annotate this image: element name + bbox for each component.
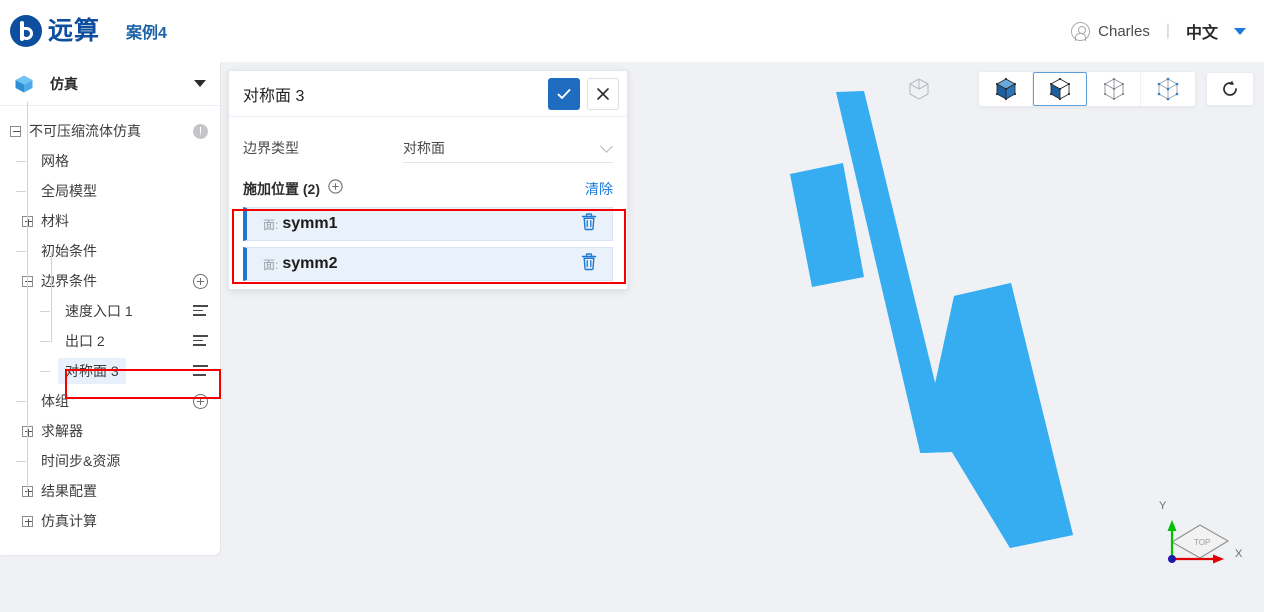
app-root: 远算 案例4 Charles | 中文 仿真 不可压缩流体仿真网格全局模型材料初… — [0, 0, 1264, 612]
tree-item[interactable]: 边界条件 — [0, 266, 220, 296]
locations-list: 面: symm1 面: symm2 — [243, 207, 613, 281]
tree-item-label: 结果配置 — [41, 483, 97, 499]
svg-text:TOP: TOP — [1194, 538, 1210, 547]
add-icon[interactable] — [193, 273, 208, 289]
plus-circle-icon[interactable] — [328, 179, 343, 199]
tree-item-label: 不可压缩流体仿真 — [29, 123, 141, 139]
display-mode-group — [978, 71, 1196, 107]
brand-name: 远算 — [48, 16, 101, 45]
collapse-toggle-icon[interactable] — [10, 125, 21, 137]
tree-branch-line — [40, 366, 57, 377]
dialog-body: 边界类型 对称面 施加位置 (2) 清除 面: symm1 面: symm2 — [229, 117, 627, 281]
tree-item-label: 出口 2 — [65, 333, 105, 349]
axis-label-y: Y — [1159, 500, 1167, 512]
tree-item-label: 体组 — [41, 393, 69, 409]
cube-solid-edges-icon-button[interactable] — [1033, 72, 1087, 106]
tree-item[interactable]: 结果配置 — [0, 476, 220, 506]
tree-item-label: 全局模型 — [41, 183, 97, 199]
item-menu-icon[interactable] — [193, 305, 208, 317]
cancel-button[interactable] — [587, 77, 619, 110]
add-icon[interactable] — [193, 393, 208, 409]
tree-item-label: 对称面 3 — [58, 358, 126, 384]
tree-item-label: 材料 — [41, 213, 69, 229]
chevron-down-icon[interactable] — [194, 80, 206, 87]
item-menu-icon[interactable] — [193, 365, 208, 377]
tree-item[interactable]: 出口 2 — [0, 326, 220, 356]
cube-wireframe-icon-button[interactable] — [1087, 72, 1141, 106]
dialog-actions — [548, 77, 619, 110]
tree-item-label: 仿真计算 — [41, 513, 97, 529]
tree-item-label: 初始条件 — [41, 243, 97, 259]
location-prefix: 面: — [263, 257, 279, 272]
project-name: 案例4 — [126, 25, 167, 42]
sidebar-panel: 仿真 不可压缩流体仿真网格全局模型材料初始条件边界条件速度入口 1 出口 2 对称面… — [0, 62, 221, 555]
axis-label-x: X — [1235, 548, 1243, 560]
tree-item[interactable]: 体组 — [0, 386, 220, 416]
tree-item-label: 求解器 — [41, 423, 83, 439]
tree-item[interactable]: 对称面 3 — [0, 356, 220, 386]
boundary-type-select[interactable]: 对称面 — [403, 133, 613, 163]
cube-icon — [14, 74, 34, 94]
confirm-button[interactable] — [548, 77, 580, 110]
location-name: symm2 — [282, 255, 338, 272]
tree-guide-line — [51, 252, 52, 342]
axis-orientation-gizmo[interactable]: TOP Y X — [1142, 487, 1252, 582]
location-item[interactable]: 面: symm1 — [243, 207, 613, 241]
location-name: symm1 — [282, 215, 338, 232]
cube-outline-icon[interactable] — [902, 72, 936, 106]
dialog-title: 对称面 3 — [243, 87, 305, 105]
item-menu-icon[interactable] — [193, 335, 208, 347]
boundary-condition-dialog: 对称面 3 边界类型 对称面 施加位置 (2) 清除 面: symm1 面: s… — [228, 70, 628, 290]
chevron-down-icon — [600, 140, 613, 153]
tree-item-label: 速度入口 1 — [65, 303, 133, 319]
tree-guide-line — [27, 102, 28, 492]
location-prefix: 面: — [263, 217, 279, 232]
tree-item[interactable]: 材料 — [0, 206, 220, 236]
brand-logo[interactable]: 远算 — [10, 15, 100, 47]
header-right: Charles | 中文 — [1071, 19, 1246, 43]
simulation-tree: 不可压缩流体仿真网格全局模型材料初始条件边界条件速度入口 1 出口 2 对称面 3 体… — [0, 102, 220, 536]
warning-icon — [193, 123, 208, 139]
tree-item[interactable]: 时间步&资源 — [0, 446, 220, 476]
locations-label: 施加位置 (2) — [243, 181, 320, 197]
boundary-type-value: 对称面 — [403, 139, 445, 156]
boundary-type-label: 边界类型 — [243, 140, 299, 156]
tree-item[interactable]: 初始条件 — [0, 236, 220, 266]
sidebar-title: 仿真 — [50, 75, 78, 92]
language-label[interactable]: 中文 — [1186, 19, 1218, 43]
tree-item-label: 时间步&资源 — [41, 453, 121, 469]
cube-solid-icon-button[interactable] — [979, 72, 1033, 106]
tree-item-label: 网格 — [41, 153, 69, 169]
user-circle-icon — [1071, 21, 1091, 41]
boundary-type-row: 边界类型 对称面 — [243, 131, 613, 165]
tree-item[interactable]: 仿真计算 — [0, 506, 220, 536]
app-header: 远算 案例4 Charles | 中文 — [0, 0, 1264, 62]
tree-item-label: 边界条件 — [41, 273, 97, 289]
chevron-down-icon[interactable] — [1234, 27, 1246, 35]
clear-button[interactable]: 清除 — [585, 179, 613, 199]
logo-icon — [10, 15, 42, 47]
location-item[interactable]: 面: symm2 — [243, 247, 613, 281]
user-name[interactable]: Charles — [1098, 23, 1150, 40]
viewport-toolbar — [902, 71, 1254, 107]
tree-item[interactable]: 全局模型 — [0, 176, 220, 206]
trash-icon[interactable] — [580, 212, 598, 236]
cube-points-icon-button[interactable] — [1141, 72, 1195, 106]
tree-item[interactable]: 求解器 — [0, 416, 220, 446]
expand-toggle-icon[interactable] — [22, 515, 33, 527]
locations-section-header: 施加位置 (2) 清除 — [243, 179, 613, 199]
sidebar-header[interactable]: 仿真 — [0, 62, 220, 106]
trash-icon[interactable] — [580, 252, 598, 276]
reset-view-icon-button[interactable] — [1206, 72, 1254, 106]
tree-item[interactable]: 速度入口 1 — [0, 296, 220, 326]
tree-item[interactable]: 网格 — [0, 146, 220, 176]
header-divider: | — [1165, 22, 1170, 39]
dialog-header: 对称面 3 — [229, 71, 627, 117]
tree-item[interactable]: 不可压缩流体仿真 — [0, 116, 220, 146]
